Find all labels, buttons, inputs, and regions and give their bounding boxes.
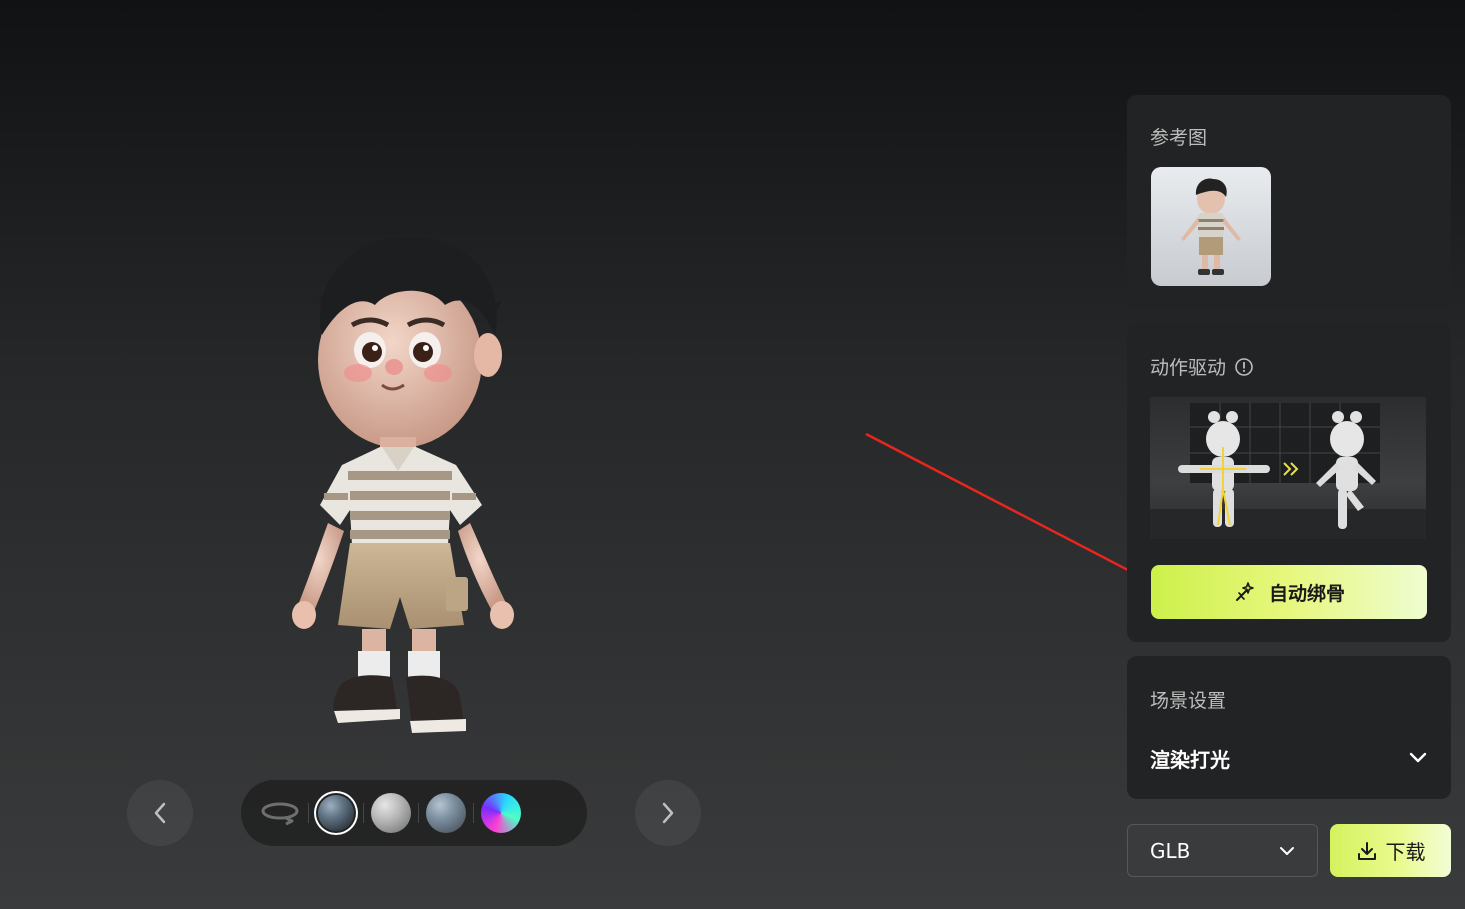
download-icon <box>1357 841 1376 860</box>
auto-rig-label: 自动绑骨 <box>1268 582 1345 605</box>
motion-preview-image <box>1150 397 1426 539</box>
reference-title: 参考图 <box>1150 127 1208 149</box>
info-icon[interactable] <box>1234 357 1254 377</box>
rock-material-option[interactable] <box>316 793 356 833</box>
divider <box>418 803 419 823</box>
next-button[interactable] <box>635 780 701 846</box>
download-label: 下载 <box>1385 840 1426 864</box>
rock-material-swatch <box>318 795 354 831</box>
rotate-toggle[interactable] <box>259 792 301 834</box>
chevron-left-icon <box>154 802 166 824</box>
divider <box>473 803 474 823</box>
reference-panel: 参考图 <box>1127 95 1451 309</box>
motion-title: 动作驱动 <box>1150 357 1227 379</box>
reference-image <box>1181 178 1241 275</box>
motion-title-row: 动作驱动 <box>1150 353 1254 380</box>
rotate-icon <box>261 802 299 826</box>
chevron-down-icon <box>1409 752 1427 763</box>
download-button[interactable]: 下载 <box>1330 824 1451 877</box>
previous-button[interactable] <box>127 780 193 846</box>
rig-preview-illustration <box>1150 403 1426 539</box>
magic-wand-icon <box>1235 582 1254 601</box>
lighting-label: 渲染打光 <box>1150 747 1230 772</box>
lighting-dropdown[interactable]: 渲染打光 <box>1150 742 1428 774</box>
stone-material-option[interactable] <box>426 793 466 833</box>
divider <box>308 803 309 823</box>
scene-title: 场景设置 <box>1150 690 1227 712</box>
3d-viewer[interactable] <box>0 0 1110 909</box>
scene-panel: 场景设置 渲染打光 <box>1127 656 1451 799</box>
material-selector <box>241 780 587 846</box>
clay-material-option[interactable] <box>371 793 411 833</box>
rainbow-material-option[interactable] <box>481 793 521 833</box>
chevron-down-icon <box>1280 846 1294 855</box>
divider <box>363 803 364 823</box>
reference-thumbnail[interactable] <box>1151 167 1271 286</box>
motion-panel: 动作驱动 自动绑骨 <box>1127 323 1451 642</box>
chevron-right-icon <box>662 802 674 824</box>
format-dropdown[interactable]: GLB <box>1127 824 1318 877</box>
character-model[interactable] <box>270 225 570 765</box>
auto-rig-button[interactable]: 自动绑骨 <box>1151 565 1427 619</box>
format-value: GLB <box>1150 838 1191 863</box>
